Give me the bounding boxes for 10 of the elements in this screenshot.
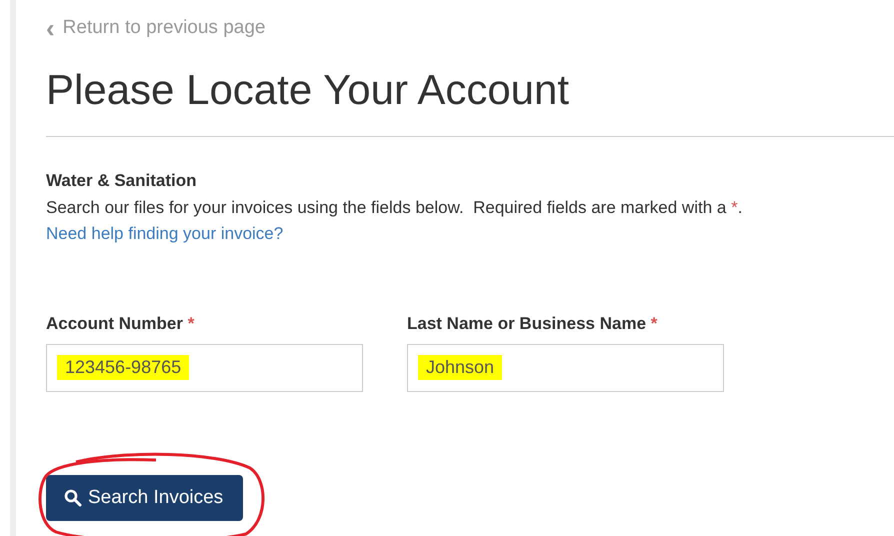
field-label: Account Number * <box>46 314 196 334</box>
page-title: Please Locate Your Account <box>46 64 570 114</box>
section-heading: Water & Sanitation <box>46 170 198 190</box>
search-icon <box>64 488 82 506</box>
input-field[interactable]: 123456-98765 <box>46 344 363 392</box>
field-label: Last Name or Business Name * <box>407 314 658 334</box>
search-button[interactable]: Search Invoices <box>46 474 244 520</box>
input-field[interactable]: Johnson <box>407 344 724 392</box>
instructions-text: Search our files for your invoices using the fields below. Required fields are marked with a *. <box>46 198 744 218</box>
help-link[interactable]: Need help finding your invoice? <box>46 224 284 244</box>
